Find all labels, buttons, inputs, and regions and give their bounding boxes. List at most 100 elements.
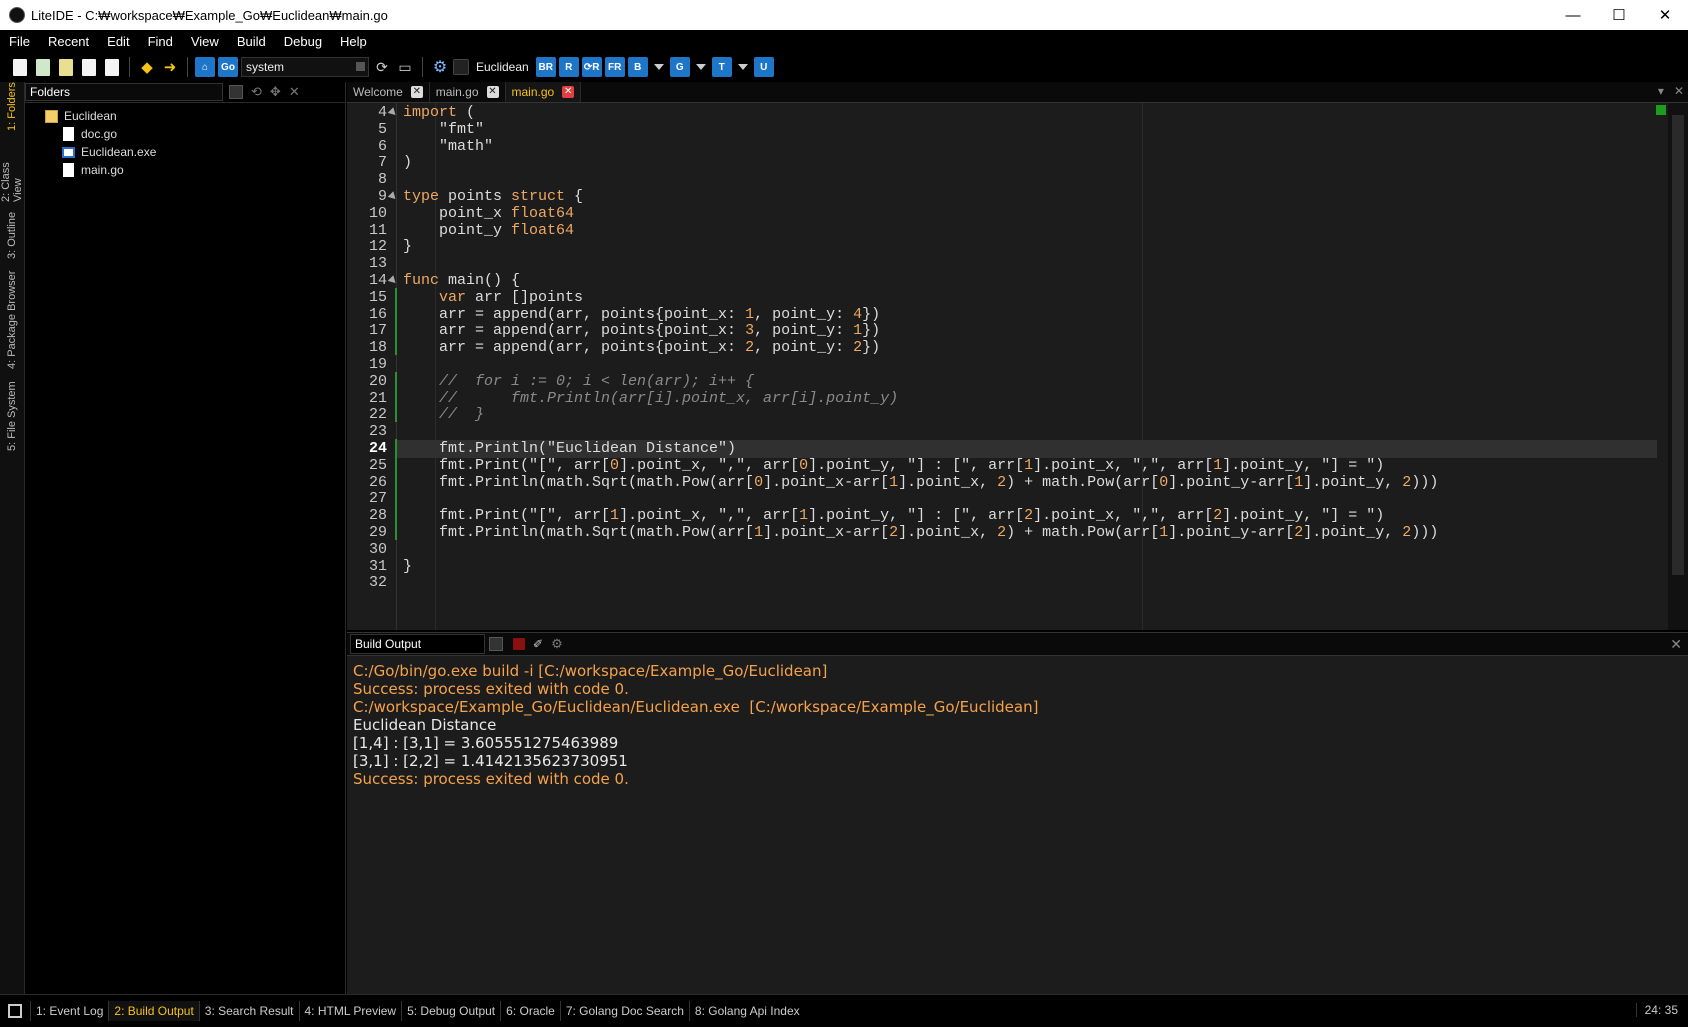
status-tab-event-log[interactable]: 1: Event Log — [30, 1001, 108, 1021]
panel-menu-icon[interactable] — [489, 637, 503, 651]
close-icon[interactable]: ✕ — [1674, 84, 1684, 98]
menu-help[interactable]: Help — [331, 34, 376, 49]
tree-file-exe[interactable]: Euclidean.exe — [25, 143, 345, 161]
file-icon — [63, 163, 74, 177]
project-checkbox[interactable] — [453, 59, 469, 75]
menu-build[interactable]: Build — [228, 34, 275, 49]
close-icon[interactable]: ✕ — [486, 86, 499, 98]
panel-menu-icon[interactable] — [229, 85, 243, 99]
file-label: Euclidean.exe — [81, 145, 157, 159]
code-text: point_y float64 — [403, 221, 575, 239]
tab-main-go-active[interactable]: main.go ✕ — [505, 82, 582, 102]
environment-dropdown-icon[interactable] — [356, 62, 365, 71]
build-output-panel: Build Output ✐ ⚙ ✕ C:/Go/bin/go.exe buil… — [347, 632, 1688, 995]
side-tab-folders[interactable]: 1: Folders — [2, 82, 22, 132]
menu-file[interactable]: File — [0, 34, 39, 49]
back-arrow-icon[interactable]: ◆ — [137, 57, 157, 77]
side-tab-outline[interactable]: 3: Outline — [2, 206, 22, 264]
status-tab-search-result[interactable]: 3: Search Result — [198, 1001, 299, 1021]
close-icon[interactable]: ✕ — [289, 84, 300, 100]
tab-welcome[interactable]: Welcome ✕ — [347, 82, 430, 102]
status-tab-golang-api-index[interactable]: 8: Golang Api Index — [688, 1001, 805, 1021]
menu-recent[interactable]: Recent — [39, 34, 98, 49]
close-button[interactable]: ✕ — [1642, 0, 1688, 30]
new-file-icon[interactable] — [13, 58, 27, 76]
status-tab-oracle[interactable]: 6: Oracle — [500, 1001, 560, 1021]
save-icon[interactable] — [82, 58, 96, 76]
reload-icon[interactable]: ⟳ — [372, 57, 392, 77]
run-term-button[interactable]: ⟳R — [581, 57, 602, 77]
editor-scrollbar[interactable] — [1656, 103, 1688, 630]
side-tab-class-view[interactable]: 2: Class View — [0, 136, 24, 202]
go-icon[interactable]: Go — [218, 57, 238, 77]
tab-list-icon[interactable]: ▾ — [1658, 84, 1664, 98]
line-number: 28 — [368, 507, 387, 525]
close-icon[interactable]: ✕ — [1670, 636, 1682, 653]
folders-title: Folders — [25, 83, 223, 101]
menu-view[interactable]: View — [182, 34, 228, 49]
tree-folder-euclidean[interactable]: Euclidean — [25, 107, 345, 125]
forward-arrow-icon[interactable]: ➜ — [160, 57, 180, 77]
line-number: 32 — [368, 574, 387, 592]
build-dropdown-icon[interactable] — [653, 64, 664, 70]
new-project-icon[interactable] — [36, 58, 50, 76]
line-number: 19 — [368, 356, 387, 373]
line-number: 21 — [368, 389, 387, 407]
close-icon[interactable]: ✕ — [410, 86, 423, 98]
environment-select[interactable]: system — [241, 57, 369, 77]
scrollbar-thumb[interactable] — [1672, 115, 1684, 575]
line-number: 18 — [368, 339, 387, 357]
gear-icon[interactable]: ⚙ — [551, 636, 563, 652]
clear-output-icon[interactable]: ✐ — [533, 637, 543, 651]
menu-bar: File Recent Edit Find View Build Debug H… — [0, 30, 1688, 52]
open-file-icon[interactable] — [59, 58, 73, 76]
test-dropdown-icon[interactable] — [737, 64, 748, 70]
close-icon[interactable]: ✕ — [562, 86, 575, 98]
home-icon[interactable]: ⌂ — [195, 57, 215, 77]
file-label: doc.go — [81, 127, 118, 141]
line-number: 23 — [368, 423, 387, 441]
status-tab-golang-doc-search[interactable]: 7: Golang Doc Search — [559, 1001, 689, 1021]
code-text: // } — [403, 406, 485, 424]
test-button[interactable]: T — [711, 57, 732, 77]
menu-find[interactable]: Find — [139, 34, 182, 49]
output-line: Success: process exited with code 0. — [353, 770, 629, 788]
get-button[interactable]: G — [669, 57, 690, 77]
menu-edit[interactable]: Edit — [98, 34, 138, 49]
get-dropdown-icon[interactable] — [695, 64, 706, 70]
build-run-button[interactable]: BR — [535, 57, 556, 77]
build-button[interactable]: B — [627, 57, 648, 77]
move-icon[interactable]: ✥ — [270, 84, 281, 100]
edit-env-icon[interactable]: ▭ — [395, 57, 415, 77]
update-button[interactable]: U — [753, 57, 774, 77]
cursor-position: 24: 35 — [1635, 1003, 1678, 1017]
toggle-panels-icon[interactable] — [8, 1004, 22, 1018]
run-button[interactable]: R — [558, 57, 579, 77]
code-text: fmt.Println(math.Sqrt(math.Pow(arr[0].po… — [403, 473, 1439, 491]
code-text: fmt.Print("[", arr[0].point_x, ",", arr[… — [403, 456, 1385, 474]
menu-debug[interactable]: Debug — [275, 34, 331, 49]
sync-icon[interactable]: ⟲ — [251, 84, 262, 100]
tab-label: main.go — [435, 85, 479, 99]
status-tab-debug-output[interactable]: 5: Debug Output — [401, 1001, 500, 1021]
tree-file-doc[interactable]: doc.go — [25, 125, 345, 143]
gear-icon[interactable]: ⚙ — [430, 57, 450, 77]
window-title: LiteIDE - C:₩workspace₩Example_Go₩Euclid… — [31, 7, 388, 23]
maximize-button[interactable]: ☐ — [1596, 0, 1642, 30]
minimize-button[interactable]: — — [1550, 0, 1596, 30]
code-editor[interactable]: 4 import (5 "fmt" 6 "math" 7) 8 9 type points … — [347, 103, 1657, 630]
file-run-button[interactable]: FR — [604, 57, 625, 77]
tree-file-main[interactable]: main.go — [25, 161, 345, 179]
side-tab-package-browser[interactable]: 4: Package Browser — [2, 268, 22, 372]
stop-icon[interactable] — [513, 638, 525, 650]
build-output-text[interactable]: C:/Go/bin/go.exe build -i [C:/workspace/… — [347, 656, 1688, 788]
side-tab-file-system[interactable]: 5: File System — [2, 376, 22, 456]
line-number: 6 — [377, 137, 387, 155]
tab-main-go[interactable]: main.go ✕ — [430, 82, 506, 102]
code-text: point_x float64 — [403, 204, 575, 222]
status-tab-html-preview[interactable]: 4: HTML Preview — [298, 1001, 402, 1021]
code-text: fmt.Print("[", arr[1].point_x, ",", arr[… — [403, 507, 1385, 525]
code-text: arr = append(arr, points{point_x: 2, poi… — [403, 339, 881, 357]
status-tab-build-output[interactable]: 2: Build Output — [108, 1001, 199, 1021]
save-all-icon[interactable] — [105, 58, 119, 76]
